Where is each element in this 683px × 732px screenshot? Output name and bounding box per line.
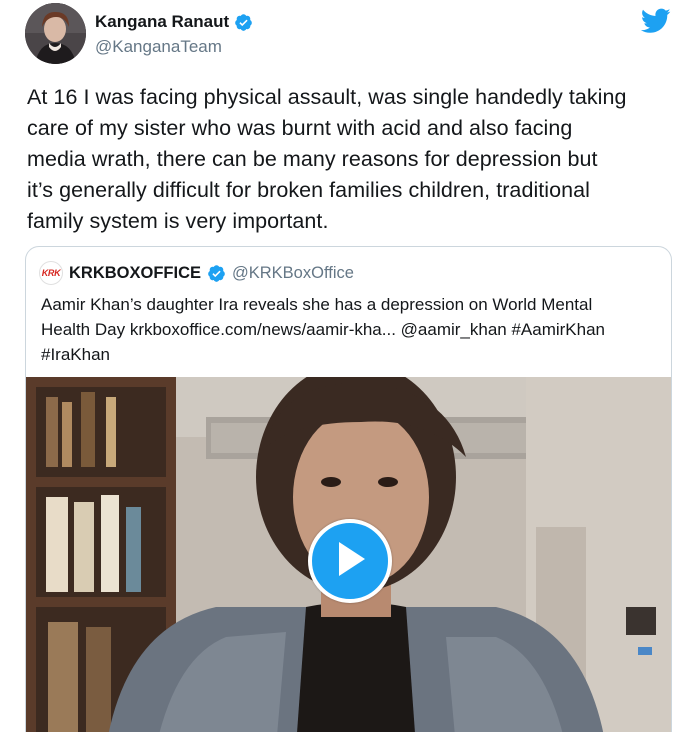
tweet-line: At 16 I was facing physical assault, was… [27,85,627,109]
quoted-author-avatar[interactable]: KRK [39,261,63,285]
quoted-author-display-name[interactable]: KRKBOXOFFICE [69,264,201,283]
play-icon [333,540,367,583]
author-avatar[interactable] [25,3,86,64]
video-thumbnail[interactable] [26,377,671,732]
verified-badge-icon [207,264,226,283]
author-name-row: Kangana Ranaut [95,12,253,32]
tweet-line: care of my sister who was burnt with aci… [27,116,573,140]
quoted-tweet-line[interactable]: #IraKhan [41,342,666,367]
quoted-author-handle[interactable]: @KRKBoxOffice [232,264,354,283]
tweet-line: family system is very important. [27,209,329,233]
quoted-tweet-header: KRK KRKBOXOFFICE @KRKBoxOffice [39,261,354,285]
tweet-line: media wrath, there can be many reasons f… [27,147,598,171]
tweet-line: it’s generally difficult for broken fami… [27,178,590,202]
quoted-tweet-line: Aamir Khan’s daughter Ira reveals she ha… [41,295,593,314]
verified-badge-icon [234,13,253,32]
quoted-avatar-logo: KRK [41,268,61,278]
author-display-name[interactable]: Kangana Ranaut [95,12,229,32]
tweet-text: At 16 I was facing physical assault, was… [27,82,667,237]
quoted-tweet-text: Aamir Khan’s daughter Ira reveals she ha… [41,292,666,367]
twitter-bird-icon[interactable] [640,8,671,34]
play-button[interactable] [308,519,392,603]
author-handle[interactable]: @KanganaTeam [95,37,222,57]
quoted-tweet-card[interactable]: KRK KRKBOXOFFICE @KRKBoxOffice Aamir Kha… [25,246,672,732]
quoted-tweet-line[interactable]: Health Day krkboxoffice.com/news/aamir-k… [41,317,666,342]
